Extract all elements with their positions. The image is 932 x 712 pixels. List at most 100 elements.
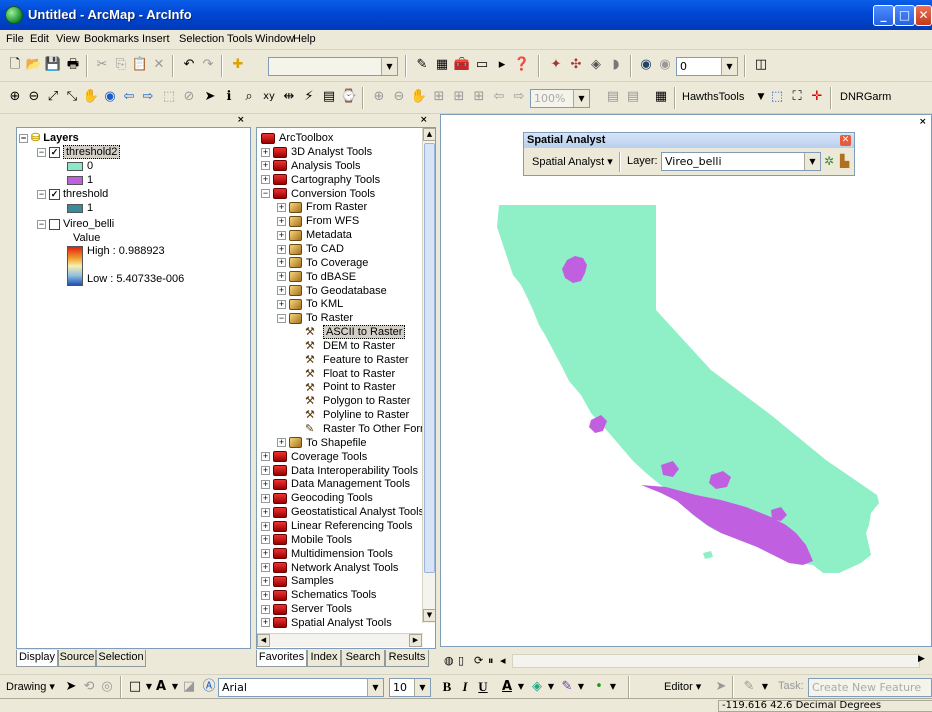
command-line-icon[interactable]: ▭ xyxy=(473,56,491,74)
expand-icon[interactable]: + xyxy=(277,438,286,448)
toolbox-item[interactable]: + From Raster xyxy=(277,200,367,214)
tab-favorites[interactable]: Favorites xyxy=(256,650,307,667)
chevron-down-icon[interactable]: ▼ xyxy=(572,678,590,696)
chevron-down-icon[interactable]: ▼ xyxy=(381,58,397,75)
toolbox-item[interactable]: + Cartography Tools xyxy=(261,173,380,187)
toolbox-item[interactable]: + Geocoding Tools xyxy=(261,491,373,505)
editor-toolbar-icon[interactable]: ✎ xyxy=(413,56,431,74)
layer-visibility-checkbox[interactable]: ✓ xyxy=(49,146,60,158)
new-document-icon[interactable]: 🗋 xyxy=(6,56,24,74)
expand-icon[interactable]: + xyxy=(261,175,270,185)
menu-help[interactable]: Help xyxy=(293,33,316,45)
zoom-whole-page-icon[interactable]: ⊞ xyxy=(430,88,448,106)
toolbox-item[interactable]: + Linear Referencing Tools xyxy=(261,519,412,533)
toc-layer-threshold[interactable]: − ✓ threshold xyxy=(37,187,108,201)
toolbox-item[interactable]: + Coverage Tools xyxy=(261,450,367,464)
arccatalog-icon[interactable]: ▦ xyxy=(433,56,451,74)
fixed-zoom-in-icon[interactable]: ⤢ xyxy=(44,88,62,106)
toolbox-item[interactable]: + Data Interoperability Tools xyxy=(261,464,418,478)
select-box-icon[interactable]: ⬚ xyxy=(768,88,786,106)
transparency-icon[interactable]: ◗ xyxy=(607,56,625,74)
toolbox-item[interactable]: − To Raster xyxy=(277,311,353,325)
expand-icon[interactable]: + xyxy=(261,535,270,545)
toolbox-item[interactable]: ⚒ DEM to Raster xyxy=(293,339,395,353)
toc-close-icon[interactable]: × xyxy=(237,115,245,125)
chevron-down-icon[interactable]: ▼ xyxy=(414,679,430,696)
map-vscrollbar[interactable] xyxy=(919,125,931,635)
toolbox-item[interactable]: +3D Analyst Tools xyxy=(261,145,372,159)
toolbox-vscrollbar[interactable]: ▲ ▼ xyxy=(422,128,435,623)
toolbox-item[interactable]: + Data Management Tools xyxy=(261,477,410,491)
model-builder-icon[interactable]: ▸ xyxy=(493,56,511,74)
toolbox-item[interactable]: − Conversion Tools xyxy=(261,187,375,201)
toolbox-item[interactable]: + Schematics Tools xyxy=(261,588,376,602)
expand-icon[interactable]: + xyxy=(277,230,286,240)
font-icon[interactable]: Ⓐ xyxy=(200,678,218,696)
swipe-icon[interactable]: ✣ xyxy=(567,56,585,74)
toolbox-item[interactable]: + Mobile Tools xyxy=(261,533,352,547)
toolbox-item[interactable]: + Network Analyst Tools xyxy=(261,561,398,575)
font-size-select[interactable]: 10 ▼ xyxy=(389,678,431,697)
layout-fixed-zoom-icon[interactable]: ⊞ xyxy=(470,88,488,106)
menu-edit[interactable]: Edit xyxy=(30,33,49,45)
tab-display[interactable]: Display xyxy=(16,650,58,667)
expand-icon[interactable]: + xyxy=(277,299,286,309)
contrast-icon[interactable]: ◉ xyxy=(637,56,655,74)
scroll-thumb[interactable] xyxy=(424,143,435,573)
scroll-right-icon[interactable]: ▶ xyxy=(918,654,925,664)
effects-value-combo[interactable]: 0 ▼ xyxy=(676,57,738,76)
toolbox-item[interactable]: + Geostatistical Analyst Tools xyxy=(261,505,424,519)
crosshair-icon[interactable]: ✛ xyxy=(808,88,826,106)
chevron-down-icon[interactable]: ▼ xyxy=(756,678,774,696)
time-slider-icon[interactable]: ⌚ xyxy=(340,88,358,106)
task-select[interactable]: Create New Feature xyxy=(808,678,932,697)
chevron-down-icon[interactable]: ▼ xyxy=(604,678,622,696)
layer-visibility-checkbox[interactable] xyxy=(49,218,60,230)
measure-icon[interactable]: ⇹ xyxy=(280,88,298,106)
italic-button[interactable]: I xyxy=(456,678,474,696)
histogram-icon[interactable]: ▙ xyxy=(840,154,849,168)
toolbox-item[interactable]: + From WFS xyxy=(277,214,359,228)
zoom-in-icon[interactable]: ⊕ xyxy=(6,88,24,106)
zoom-out-icon[interactable]: ⊖ xyxy=(25,88,43,106)
collapse-icon[interactable]: − xyxy=(261,189,270,199)
select-polygon-icon[interactable]: ⛶ xyxy=(788,88,806,106)
toolbox-item[interactable]: + To Shapefile xyxy=(277,436,367,450)
paste-icon[interactable]: 📋 xyxy=(131,56,149,74)
pause-drawing-icon[interactable]: ⏸ xyxy=(488,654,494,668)
map-scale-combo[interactable]: ▼ xyxy=(268,57,398,76)
clear-selection-icon[interactable]: ⊘ xyxy=(180,88,198,106)
save-icon[interactable]: 💾 xyxy=(44,56,62,74)
edit-vertices-icon[interactable]: ◪ xyxy=(180,678,198,696)
rotate-icon[interactable]: ⟲ xyxy=(80,678,98,696)
minimize-button[interactable]: _ xyxy=(873,5,894,26)
refresh-icon[interactable]: ⟳ xyxy=(474,654,483,667)
cut-icon[interactable]: ✂ xyxy=(93,56,111,74)
open-icon[interactable]: 📂 xyxy=(25,56,43,74)
layout-forward-icon[interactable]: ⇨ xyxy=(510,88,528,106)
delete-icon[interactable]: ✕ xyxy=(150,56,168,74)
expand-icon[interactable]: + xyxy=(261,549,270,559)
map-hscrollbar[interactable] xyxy=(512,654,920,668)
toolbox-item[interactable]: + To KML xyxy=(277,297,343,311)
layout-back-icon[interactable]: ⇦ xyxy=(490,88,508,106)
menu-view[interactable]: View xyxy=(56,33,80,45)
menu-window[interactable]: Window xyxy=(255,33,294,45)
go-to-xy-icon[interactable]: xy xyxy=(260,88,278,106)
layout-pan-icon[interactable]: ✋ xyxy=(410,88,428,106)
expand-icon[interactable]: + xyxy=(261,452,270,462)
chevron-down-icon[interactable]: ▼ xyxy=(573,90,589,107)
toolbox-item[interactable]: + Analysis Tools xyxy=(261,159,361,173)
tab-results[interactable]: Results xyxy=(385,650,429,667)
redo-icon[interactable]: ↷ xyxy=(199,56,217,74)
collapse-icon[interactable]: − xyxy=(277,313,286,323)
brightness-icon[interactable]: ◉ xyxy=(656,56,674,74)
data-view-icon[interactable]: ◍ xyxy=(444,654,454,667)
spatial-analyst-menu[interactable]: Spatial Analyst ▾ xyxy=(532,155,613,168)
expand-icon[interactable]: + xyxy=(261,147,270,157)
toolbox-item[interactable]: + Spatial Analyst Tools xyxy=(261,616,392,630)
select-features-icon[interactable]: ⬚ xyxy=(160,88,178,106)
font-name-select[interactable]: Arial ▼ xyxy=(218,678,384,697)
hawths-tools-menu[interactable]: HawthsTools xyxy=(682,91,744,103)
expand-icon[interactable]: + xyxy=(261,521,270,531)
